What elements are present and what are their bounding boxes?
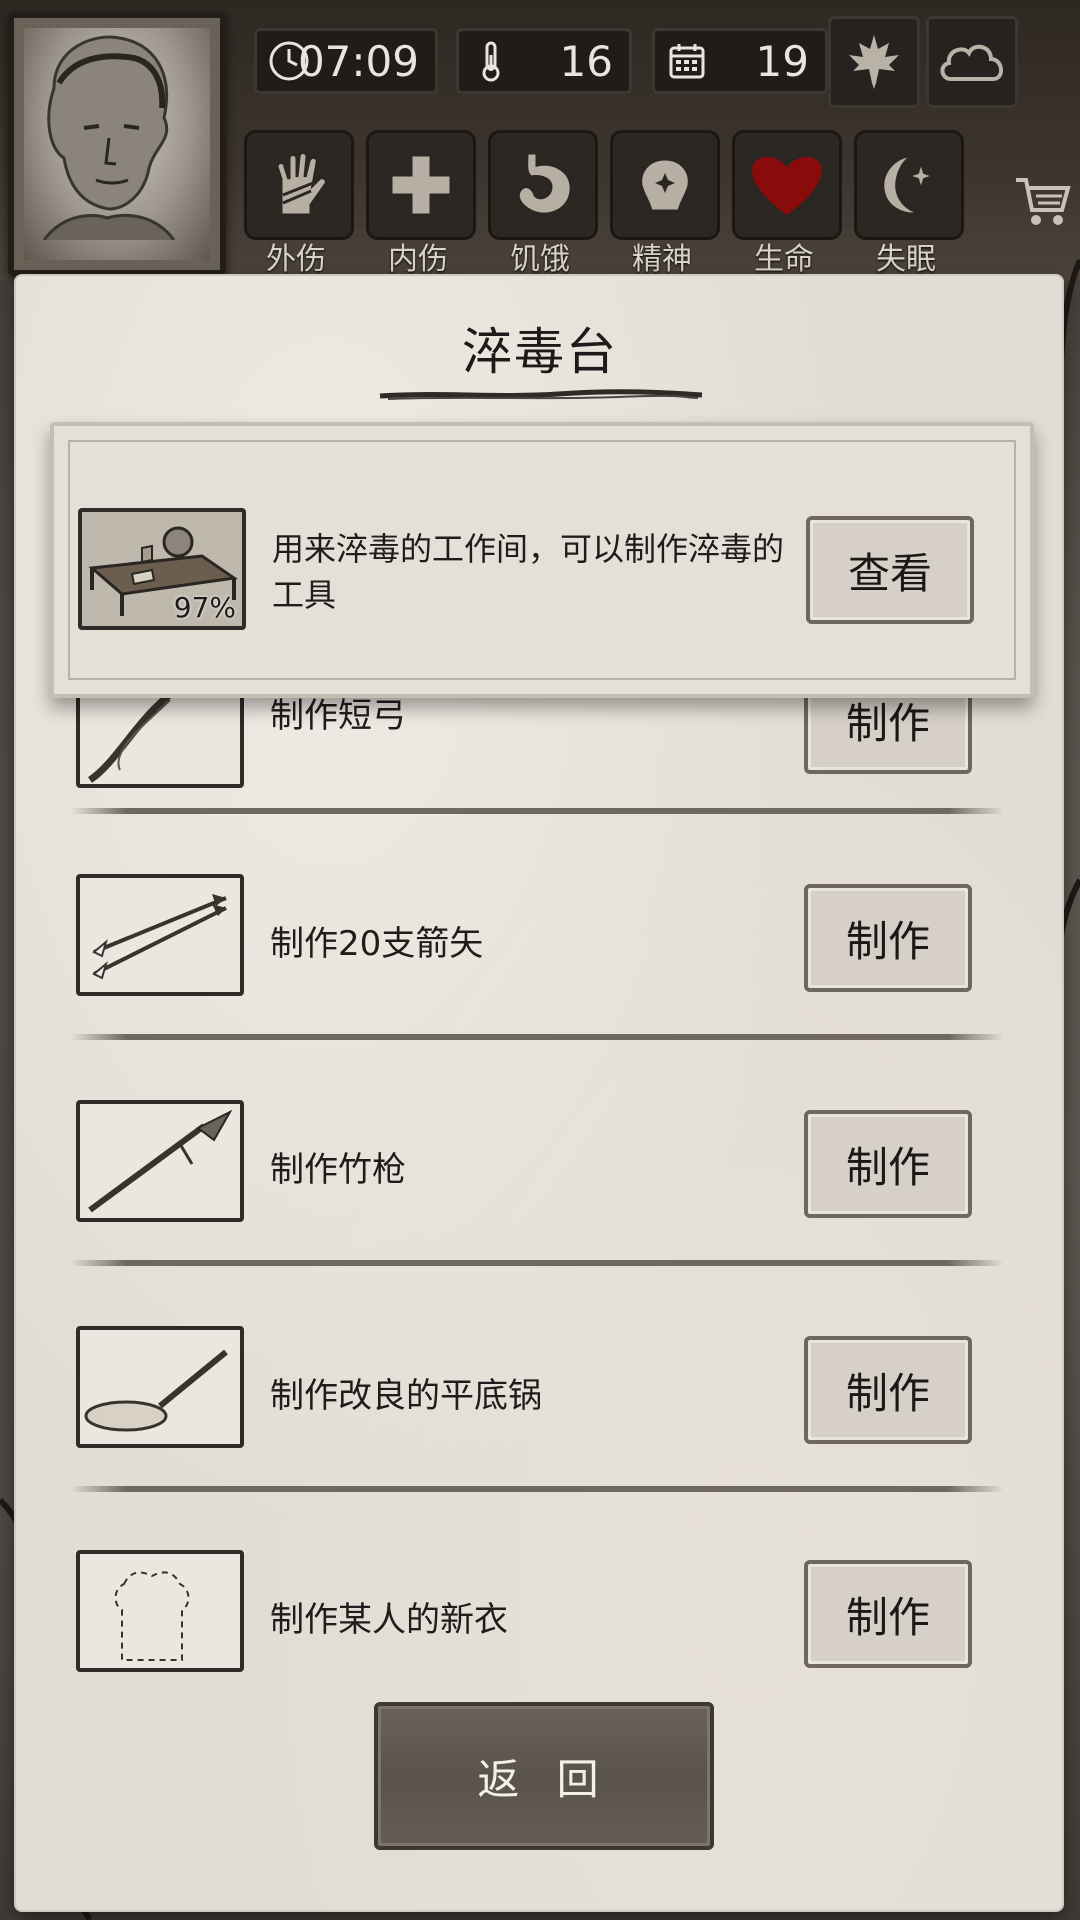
day-counter: 19	[652, 28, 828, 94]
time-value: 07:09	[297, 37, 419, 86]
maple-leaf-icon	[849, 35, 899, 89]
character-portrait[interactable]	[8, 12, 226, 276]
stomach-icon	[516, 151, 573, 216]
status-hunger[interactable]	[488, 130, 598, 240]
status-label: 生命	[754, 242, 814, 277]
list-item: 制作20支箭矢 制作	[56, 854, 1006, 1054]
craft-button[interactable]: 制作	[804, 884, 972, 992]
view-button[interactable]: 查看	[806, 516, 974, 624]
craft-button[interactable]: 制作	[804, 1110, 972, 1218]
day-value: 19	[755, 37, 809, 86]
item-thumbnail	[76, 1550, 244, 1672]
status-label: 外伤	[266, 242, 326, 277]
item-thumbnail	[76, 1100, 244, 1222]
cloud-icon	[940, 44, 1003, 81]
shop-cart-icon[interactable]	[1012, 172, 1072, 232]
page-title: 淬毒台	[462, 323, 618, 381]
temperature-display: 16	[456, 28, 632, 94]
calendar-icon	[669, 44, 705, 79]
spear-icon	[88, 1109, 233, 1213]
progress-percent: 97%	[173, 591, 236, 624]
status-spirit[interactable]	[610, 130, 720, 240]
arrows-icon	[92, 894, 227, 980]
workstation-info-card: 97% 用来淬毒的工作间，可以制作淬毒的工具 查看	[50, 422, 1034, 698]
recipe-label: 制作某人的新衣	[270, 1600, 508, 1640]
craft-button[interactable]: 制作	[804, 1336, 972, 1444]
title-underline	[379, 389, 703, 400]
weather-button[interactable]	[926, 16, 1018, 108]
row-divider	[70, 808, 1004, 814]
shirt-outline-icon	[114, 1571, 190, 1661]
row-divider	[70, 1034, 1004, 1040]
hand-bandage-icon	[275, 151, 328, 217]
cross-icon	[389, 153, 453, 217]
workstation-thumbnail: 97%	[78, 508, 246, 630]
item-thumbnail	[76, 1326, 244, 1448]
clock-display: 07:09	[254, 28, 438, 94]
recipe-label: 制作20支箭矢	[270, 924, 484, 964]
status-health[interactable]	[732, 130, 842, 240]
item-thumbnail	[76, 874, 244, 996]
status-label: 精神	[632, 242, 692, 277]
list-item: 制作改良的平底锅 制作	[56, 1306, 1006, 1506]
heart-icon	[749, 153, 825, 219]
row-divider	[70, 1486, 1004, 1492]
recipe-label: 制作改良的平底锅	[270, 1376, 542, 1416]
status-external-injury[interactable]	[244, 130, 354, 240]
craft-button[interactable]: 制作	[804, 1560, 972, 1668]
thermometer-icon	[482, 41, 500, 82]
moon-star-icon	[881, 153, 937, 216]
status-internal-injury[interactable]	[366, 130, 476, 240]
temperature-value: 16	[559, 37, 613, 86]
status-insomnia[interactable]	[854, 130, 964, 240]
pan-icon	[84, 1349, 228, 1432]
season-button[interactable]	[828, 16, 920, 108]
recipe-label: 制作竹枪	[270, 1150, 406, 1190]
avatar	[24, 28, 210, 260]
status-label: 饥饿	[510, 242, 570, 277]
row-divider	[70, 1260, 1004, 1266]
head-sparkle-icon	[636, 151, 694, 213]
workstation-description: 用来淬毒的工作间，可以制作淬毒的工具	[272, 530, 785, 614]
list-item: 制作某人的新衣 制作	[56, 1530, 1006, 1730]
status-label: 内伤	[388, 242, 448, 277]
status-label: 失眠	[876, 242, 936, 277]
list-item: 制作竹枪 制作	[56, 1080, 1006, 1280]
back-button[interactable]: 返 回	[374, 1702, 714, 1850]
